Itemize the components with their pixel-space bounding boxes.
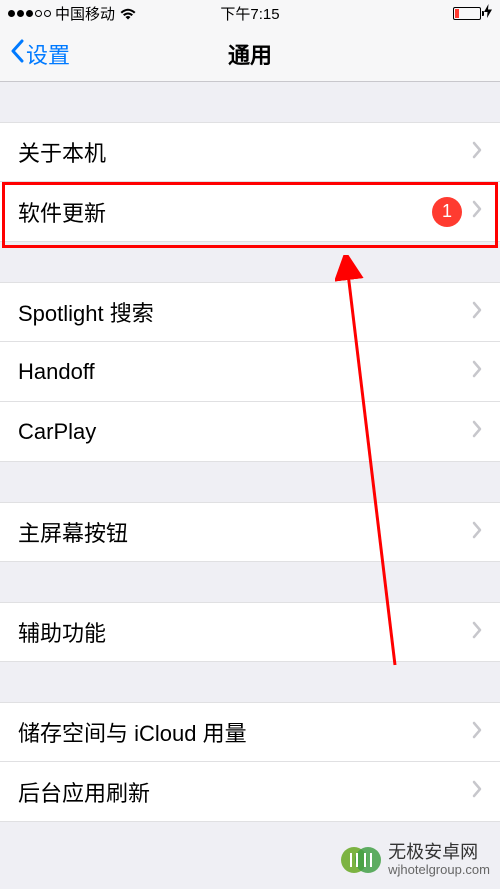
- watermark-logo-icon: [340, 839, 382, 881]
- row-accessibility[interactable]: 辅助功能: [0, 602, 500, 662]
- row-label: 储存空间与 iCloud 用量: [18, 716, 247, 748]
- row-label: 后台应用刷新: [18, 776, 150, 808]
- status-right: [453, 4, 492, 22]
- status-time: 下午7:15: [220, 3, 279, 24]
- row-home-button[interactable]: 主屏幕按钮: [0, 502, 500, 562]
- watermark-url: wjhotelgroup.com: [388, 863, 490, 877]
- row-label: Handoff: [18, 359, 95, 385]
- row-label: 软件更新: [18, 196, 106, 228]
- settings-content: 关于本机 软件更新 1 Spotlight 搜索 Handoff: [0, 82, 500, 822]
- status-left: 中国移动: [8, 3, 137, 24]
- back-button[interactable]: 设置: [10, 38, 70, 70]
- settings-group: 储存空间与 iCloud 用量 后台应用刷新: [0, 702, 500, 822]
- chevron-right-icon: [472, 301, 482, 324]
- settings-group: 关于本机 软件更新 1: [0, 122, 500, 242]
- row-label: 主屏幕按钮: [18, 516, 128, 548]
- row-software-update[interactable]: 软件更新 1: [0, 182, 500, 242]
- row-label: 关于本机: [18, 136, 106, 168]
- chevron-right-icon: [472, 141, 482, 164]
- chevron-right-icon: [472, 521, 482, 544]
- row-about[interactable]: 关于本机: [0, 122, 500, 182]
- row-handoff[interactable]: Handoff: [0, 342, 500, 402]
- chevron-right-icon: [472, 721, 482, 744]
- row-label: 辅助功能: [18, 616, 106, 648]
- notification-badge: 1: [432, 197, 462, 227]
- watermark: 无极安卓网 wjhotelgroup.com: [340, 839, 490, 881]
- wifi-icon: [119, 7, 137, 20]
- carrier-label: 中国移动: [55, 3, 115, 24]
- settings-group: 主屏幕按钮: [0, 502, 500, 562]
- row-label: Spotlight 搜索: [18, 296, 154, 328]
- signal-strength-icon: [8, 10, 51, 17]
- row-label: CarPlay: [18, 419, 96, 445]
- settings-group: 辅助功能: [0, 602, 500, 662]
- watermark-title: 无极安卓网: [388, 843, 490, 863]
- chevron-right-icon: [472, 780, 482, 803]
- chevron-right-icon: [472, 621, 482, 644]
- chevron-right-icon: [472, 200, 482, 223]
- back-label: 设置: [26, 38, 70, 70]
- row-storage-icloud[interactable]: 储存空间与 iCloud 用量: [0, 702, 500, 762]
- settings-group: Spotlight 搜索 Handoff CarPlay: [0, 282, 500, 462]
- chevron-right-icon: [472, 360, 482, 383]
- row-background-refresh[interactable]: 后台应用刷新: [0, 762, 500, 822]
- chevron-left-icon: [10, 39, 24, 69]
- chevron-right-icon: [472, 420, 482, 443]
- status-bar: 中国移动 下午7:15: [0, 0, 500, 26]
- charging-icon: [484, 4, 492, 22]
- battery-icon: [453, 7, 481, 20]
- nav-bar: 设置 通用: [0, 26, 500, 82]
- row-spotlight[interactable]: Spotlight 搜索: [0, 282, 500, 342]
- page-title: 通用: [228, 38, 272, 70]
- row-carplay[interactable]: CarPlay: [0, 402, 500, 462]
